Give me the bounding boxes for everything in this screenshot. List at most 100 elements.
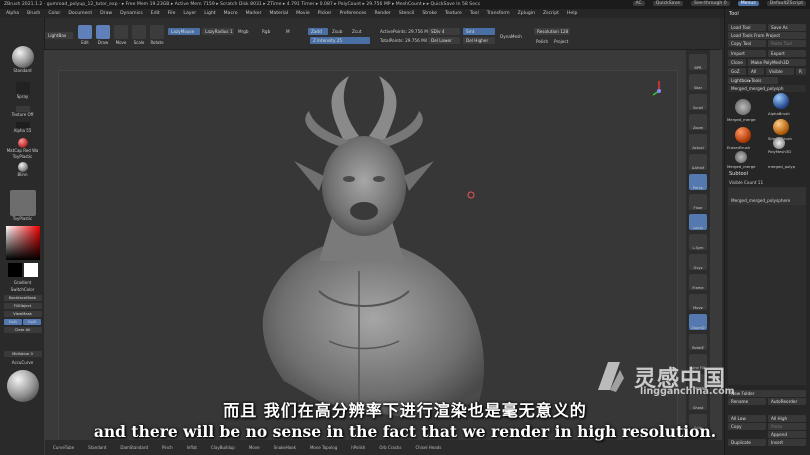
menu-item[interactable]: Material [269,11,288,16]
quicksave-button[interactable]: QuickSave [652,1,684,6]
view-icon-button[interactable]: Sbar [689,74,707,90]
lightbox-tools-button[interactable]: Lightbox▸Tools [728,77,778,84]
lazy-radius-slider[interactable]: LazyRadius 1 [202,28,234,35]
view-icon-button[interactable]: Zoom [689,114,707,130]
draw-button[interactable]: Draw [96,25,110,45]
brush-shelf-item[interactable]: CurveTube [53,445,74,450]
view-icon-button[interactable]: Local [689,214,707,230]
gradient-button[interactable]: Gradient [2,280,43,285]
texture-off[interactable]: Texture Off [2,106,43,117]
menu-item[interactable]: Color [48,11,60,16]
material-toy-plastic[interactable]: ToyPlastic [2,154,43,159]
move-button[interactable]: Move [114,25,128,45]
switch-color-button[interactable]: SwitchColor [2,287,43,292]
view-icon-button[interactable]: ZoomD [689,314,707,330]
stroke-spray[interactable]: Spray [2,82,43,99]
load-tools-from-project-button[interactable]: Load Tools From Project [728,32,806,39]
view-icon-button[interactable]: BPR [689,54,707,70]
menu-item[interactable]: Texture [445,11,462,16]
brush-shelf-item[interactable]: DamStandard [120,445,148,450]
see-through-slider[interactable]: See-through 0 [691,1,730,6]
simple-brush-thumb[interactable] [773,119,789,135]
polymesh-thumb[interactable] [773,137,785,149]
tool-thumb-merged[interactable] [735,99,751,115]
menu-item[interactable]: Stroke [422,11,437,16]
visible-button[interactable]: Visible [766,68,794,75]
view-icon-button[interactable]: L.Sym [689,234,707,250]
view-icon-button[interactable]: Frame [689,274,707,290]
zsub-button[interactable]: Zsub [332,29,342,34]
backface-mask-button[interactable]: BackfaceMask [2,294,43,301]
alpha-selector[interactable]: Alpha 55 [2,122,43,133]
edit-button[interactable]: Edit [78,25,92,45]
matcap-selector[interactable]: MatCap Red Wa [2,138,43,153]
view-icon-button[interactable]: Actual [689,134,707,150]
clear-all-button[interactable]: Clear All [2,326,43,333]
lightbox-button[interactable]: LightBox [45,32,73,39]
eraser-brush-thumb[interactable] [735,127,751,143]
zadd-button[interactable]: Zadd [308,28,328,35]
brush-shelf-item[interactable]: Move Topolog [310,445,337,450]
lazymouse-button[interactable]: LazyMouse [168,28,200,35]
mrgb-button[interactable]: Mrgb [238,29,249,34]
menus-button[interactable]: Menus [737,1,759,6]
menu-item[interactable]: Tool [470,11,479,16]
alpha-brush-thumb[interactable] [773,93,789,109]
menu-item[interactable]: Picker [318,11,332,16]
current-tool-label[interactable]: Merged_merged_polysph [728,85,806,92]
menu-item[interactable]: Help [567,11,577,16]
save-as-button[interactable]: Save As [768,24,806,31]
menu-item[interactable]: Movie [296,11,310,16]
default-zscript-button[interactable]: DefaultZScript [766,1,806,6]
menu-item[interactable]: Alpha [6,11,19,16]
brush-shelf-item[interactable]: Chisel Heads [415,445,441,450]
subtool-list-item[interactable]: Merged_merged_polysphere [728,187,806,205]
brush-shelf-item[interactable]: hPolish [351,445,365,450]
zcut-button[interactable]: Zcut [352,29,361,34]
secondary-color-swatch[interactable] [23,263,38,277]
menu-item[interactable]: Transform [487,11,510,16]
del-lower-button[interactable]: Del Lower [428,37,460,44]
view-icon-button[interactable]: Floor [689,194,707,210]
dynamesh-button[interactable]: DynaMesh [500,34,522,39]
brush-shelf-item[interactable]: Move [249,445,260,450]
col1-button[interactable]: Col1 [4,319,22,325]
sdiv-slider[interactable]: SDiv 4 [428,28,460,35]
brush-shelf-item[interactable]: ClayBuildup [211,445,235,450]
menu-item[interactable]: Light [204,11,215,16]
color-swatches[interactable] [2,263,43,277]
view-icon-button[interactable]: AAHalf [689,154,707,170]
view-icon-button[interactable]: Persp [689,174,707,190]
brush-shelf-item[interactable]: Inflat [187,445,197,450]
brush-shelf-item[interactable]: Standard [88,445,106,450]
menu-item[interactable]: Macro [224,11,238,16]
material-toy-plastic-2[interactable]: ToyPlastic [2,190,43,221]
brush-shelf-item[interactable]: Pinch [162,445,173,450]
menu-item[interactable]: Zscript [543,11,559,16]
copy-tool-button[interactable]: Copy Tool [728,40,766,47]
menu-item[interactable]: Zplugin [518,11,535,16]
brush-standard[interactable]: Standard [2,46,43,73]
subtool-title[interactable]: Subtool [729,171,748,177]
z-intensity-slider[interactable]: Z Intensity 25 [310,37,370,44]
view-icon-button[interactable]: Move [689,294,707,310]
rotate-button[interactable]: Rotate [150,25,164,45]
menu-item[interactable]: Render [374,11,390,16]
make-polymesh-button[interactable]: Make PolyMesh3D [748,59,806,66]
menu-item[interactable]: Stencil [399,11,415,16]
color-picker[interactable] [2,226,43,260]
project-button[interactable]: Project [554,39,568,44]
tool-thumb-merged-2[interactable] [735,151,747,163]
rgb-button[interactable]: Rgb [262,29,270,34]
all-button[interactable]: All [748,68,764,75]
resolution-slider[interactable]: Resolution 128 [534,28,570,35]
smt-button[interactable]: Smt [463,28,495,35]
brush-shelf-item[interactable]: SnakeHook [274,445,296,450]
menu-item[interactable]: Marker [246,11,262,16]
view-icon-button[interactable]: RotatE [689,334,707,350]
goz-button[interactable]: GoZ [728,68,746,75]
paste-tool-button[interactable]: Paste Tool [768,40,806,47]
export-button[interactable]: Export [768,50,806,57]
menu-item[interactable]: File [168,11,176,16]
del-higher-button[interactable]: Del Higher [463,37,495,44]
